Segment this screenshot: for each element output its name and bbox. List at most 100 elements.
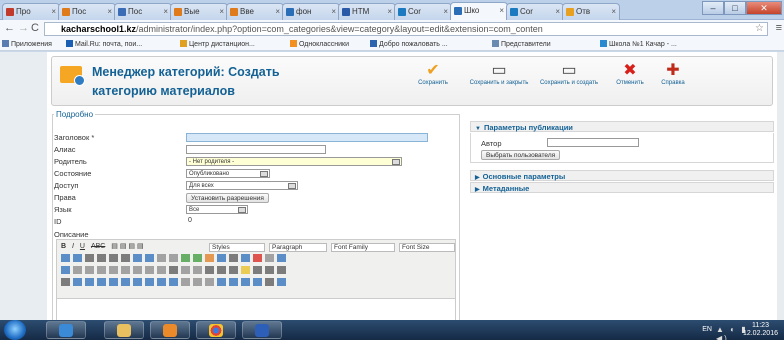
editor-tool-icon[interactable] (121, 266, 130, 274)
bookmark-item[interactable]: Приложения (2, 40, 52, 48)
parent-select[interactable]: - Нет родителя - (186, 157, 402, 166)
browser-tab[interactable]: Cor × (394, 3, 452, 20)
state-select[interactable]: Опубликовано (186, 169, 270, 178)
editor-tool-icon[interactable] (61, 266, 70, 274)
bookmark-item[interactable]: Школа №1 Качар - ... (600, 40, 677, 48)
close-tab-icon[interactable]: × (107, 7, 112, 16)
select-user-button[interactable]: Выбрать пользователя (481, 150, 561, 160)
browser-tab[interactable]: Вые × (170, 3, 228, 20)
close-tab-icon[interactable]: × (387, 7, 392, 16)
close-window-button[interactable]: ✕ (746, 1, 782, 15)
editor-tool-icon[interactable] (85, 266, 94, 274)
toolbar-button[interactable]: ▭ Сохранить и закрыть (466, 60, 532, 100)
editor-tool-icon[interactable] (229, 266, 238, 274)
editor-tool-icon[interactable] (217, 266, 226, 274)
maximize-button[interactable]: □ (724, 1, 746, 15)
taskbar-app-media[interactable] (150, 321, 190, 339)
editor-tool-icon[interactable] (229, 278, 238, 286)
minimize-button[interactable]: – (702, 1, 724, 15)
editor-tool-icon[interactable] (61, 278, 70, 286)
editor-tool-icon[interactable] (133, 278, 142, 286)
reload-icon[interactable]: C (31, 22, 39, 34)
title-input[interactable] (186, 133, 428, 142)
editor-tool-icon[interactable] (217, 254, 226, 262)
close-tab-icon[interactable]: × (443, 7, 448, 16)
editor-tool-icon[interactable] (145, 254, 154, 262)
close-tab-icon[interactable]: × (275, 7, 280, 16)
editor-tool-icon[interactable] (73, 278, 82, 286)
editor-tool-icon[interactable] (109, 254, 118, 262)
toolbar-button[interactable]: ✖ Отменить (612, 60, 648, 100)
close-tab-icon[interactable]: × (331, 7, 336, 16)
editor-tool-icon[interactable] (169, 278, 178, 286)
access-select[interactable]: Для всех (186, 181, 298, 190)
browser-tab[interactable]: Пос × (58, 3, 116, 20)
browser-tab[interactable]: фон × (282, 3, 340, 20)
editor-tool-icon[interactable] (109, 278, 118, 286)
editor-tool-icon[interactable] (121, 254, 130, 262)
editor-tool-icon[interactable] (241, 266, 250, 274)
toolbar-button[interactable]: ▭ Сохранить и создать (536, 60, 602, 100)
editor-tool-icon[interactable] (97, 254, 106, 262)
toolbar-button[interactable]: ✔ Сохранить (414, 60, 452, 100)
browser-tab[interactable]: Вве × (226, 3, 284, 20)
browser-tab[interactable]: Про × (2, 3, 60, 20)
editor-tool-icon[interactable] (61, 254, 70, 262)
editor-tool-icon[interactable] (217, 278, 226, 286)
taskbar-app-ie[interactable] (46, 321, 86, 339)
bookmark-item[interactable]: Представители (492, 40, 551, 48)
editor-tool-icon[interactable] (157, 266, 166, 274)
strike-icon[interactable]: ABC (91, 243, 105, 250)
editor-tool-icon[interactable] (265, 278, 274, 286)
italic-icon[interactable]: I (72, 243, 74, 250)
close-tab-icon[interactable]: × (51, 7, 56, 16)
editor-tool-icon[interactable] (241, 278, 250, 286)
language-select[interactable]: Все (186, 205, 248, 214)
editor-tool-icon[interactable] (265, 266, 274, 274)
back-icon[interactable]: ← (4, 22, 15, 34)
font-size-select[interactable]: Font Size (399, 243, 455, 252)
vertical-scrollbar[interactable] (777, 52, 784, 320)
editor-tool-icon[interactable] (85, 254, 94, 262)
author-input[interactable] (547, 138, 639, 147)
editor-tool-icon[interactable] (145, 278, 154, 286)
browser-tab[interactable]: HTM × (338, 3, 396, 20)
editor-tool-icon[interactable] (277, 254, 286, 262)
styles-select[interactable]: Styles (209, 243, 265, 252)
editor-tool-icon[interactable] (205, 266, 214, 274)
editor-tool-icon[interactable] (133, 254, 142, 262)
bookmark-item[interactable]: Одноклассники (290, 40, 349, 48)
bookmark-item[interactable]: Добро пожаловать ... (370, 40, 448, 48)
editor-tool-icon[interactable] (181, 254, 190, 262)
close-tab-icon[interactable]: × (163, 7, 168, 16)
editor-tool-icon[interactable] (109, 266, 118, 274)
editor-tool-icon[interactable] (97, 278, 106, 286)
close-tab-icon[interactable]: × (219, 7, 224, 16)
editor-tool-icon[interactable] (253, 254, 262, 262)
browser-tab[interactable]: Пос × (114, 3, 172, 20)
publish-options-header[interactable]: ▼ Параметры публикации (470, 121, 774, 132)
description-editor-area[interactable] (56, 299, 456, 321)
bookmark-star-icon[interactable]: ☆ (755, 23, 764, 34)
font-family-select[interactable]: Font Family (331, 243, 395, 252)
align-icons[interactable]: ▤ ▤ ▤ ▤ (111, 243, 143, 250)
close-tab-icon[interactable]: × (611, 7, 616, 16)
editor-tool-icon[interactable] (169, 254, 178, 262)
editor-tool-icon[interactable] (241, 254, 250, 262)
editor-tool-icon[interactable] (205, 278, 214, 286)
editor-tool-icon[interactable] (253, 266, 262, 274)
browser-tab[interactable]: Отв × (562, 3, 620, 20)
clock[interactable]: 11:23 12.02.2016 (743, 322, 778, 338)
bookmark-item[interactable]: Центр дистанцион... (180, 40, 255, 48)
close-tab-icon[interactable]: × (499, 6, 504, 15)
editor-tool-icon[interactable] (253, 278, 262, 286)
editor-tool-icon[interactable] (97, 266, 106, 274)
browser-menu-icon[interactable]: ≡ (776, 22, 782, 34)
bold-icon[interactable]: B (61, 243, 66, 250)
editor-tool-icon[interactable] (277, 278, 286, 286)
language-indicator[interactable]: EN (702, 326, 712, 333)
editor-tool-icon[interactable] (181, 278, 190, 286)
metadata-header[interactable]: ▶ Метаданные (470, 182, 774, 193)
underline-icon[interactable]: U (80, 243, 85, 250)
editor-tool-icon[interactable] (193, 266, 202, 274)
